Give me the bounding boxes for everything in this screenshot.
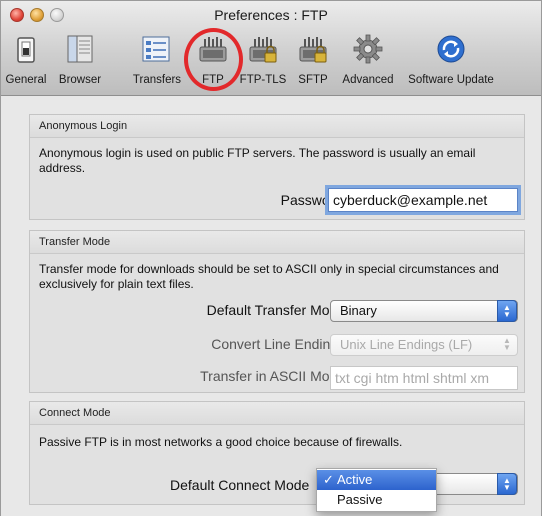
convert-line-endings-label: Convert Line Endings: <box>211 336 349 352</box>
ftp-tls-lock-icon <box>249 37 277 63</box>
toolbar-label-sftp: SFTP <box>298 74 328 86</box>
toolbar-label-general: General <box>5 74 47 86</box>
toolbar-item-sftp[interactable]: SFTP <box>293 31 333 91</box>
preferences-content: Anonymous Login Anonymous login is used … <box>1 96 541 516</box>
window-title: Preferences : FTP <box>214 7 328 23</box>
preferences-window: Preferences : FTP General Browser Transf… <box>0 0 542 516</box>
popup-arrows-icon: ▲ ▼ <box>497 300 517 322</box>
gear-icon <box>353 34 383 64</box>
toolbar-item-general[interactable]: General <box>3 31 49 91</box>
connect-mode-header: Connect Mode <box>30 402 524 425</box>
popup-arrows-icon: ▲ ▼ <box>497 473 517 495</box>
toolbar-label-ftp-tls: FTP-TLS <box>239 74 287 86</box>
toolbar-label-browser: Browser <box>58 74 102 86</box>
toolbar-item-ftp-tls[interactable]: FTP-TLS <box>237 31 289 91</box>
dropdown-option-label: Passive <box>337 492 383 507</box>
popup-arrows-disabled-icon: ▲ ▼ <box>503 336 511 352</box>
title-bar: Preferences : FTP General Browser Transf… <box>1 1 541 96</box>
dropdown-option-active[interactable]: ✓ Active <box>317 470 436 490</box>
highlight-circle <box>184 28 243 91</box>
connect-mode-section: Connect Mode Passive FTP is in most netw… <box>29 401 525 505</box>
software-update-icon <box>437 35 465 63</box>
toolbar-item-browser[interactable]: Browser <box>51 31 109 91</box>
convert-line-endings-popup[interactable]: Unix Line Endings (LF) ▲ ▼ <box>330 334 518 356</box>
anonymous-login-section: Anonymous Login Anonymous login is used … <box>29 114 525 220</box>
default-transfer-mode-label: Default Transfer Mode: <box>206 302 349 318</box>
toolbar-item-software-update[interactable]: Software Update <box>403 31 499 91</box>
checkmark-icon: ✓ <box>323 472 334 487</box>
default-connect-mode-label: Default Connect Mode <box>170 477 310 493</box>
toolbar-label-transfers: Transfers <box>132 74 182 86</box>
anonymous-login-header: Anonymous Login <box>30 115 524 138</box>
password-field[interactable]: cyberduck@example.net <box>328 188 518 212</box>
general-switch-icon <box>17 37 35 63</box>
transfer-mode-description: Transfer mode for downloads should be se… <box>39 262 499 291</box>
transfer-ascii-field[interactable]: txt cgi htm html shtml xm <box>330 366 518 390</box>
connect-mode-dropdown-menu: ✓ Active Passive <box>316 468 437 512</box>
dropdown-option-passive[interactable]: Passive <box>317 490 436 510</box>
transfers-list-icon <box>142 36 170 62</box>
default-transfer-mode-popup[interactable]: Binary ▲ ▼ <box>330 300 518 322</box>
toolbar-label-software-update: Software Update <box>408 74 494 86</box>
transfer-ascii-label: Transfer in ASCII Mode: <box>200 368 349 384</box>
sftp-lock-icon <box>299 37 327 63</box>
default-transfer-mode-value: Binary <box>340 303 377 318</box>
anonymous-login-description: Anonymous login is used on public FTP se… <box>39 146 476 175</box>
toolbar-item-advanced[interactable]: Advanced <box>337 31 399 91</box>
dropdown-option-label: Active <box>337 472 373 487</box>
browser-window-icon <box>67 35 93 63</box>
connect-mode-description: Passive FTP is in most networks a good c… <box>39 435 403 449</box>
toolbar-item-transfers[interactable]: Transfers <box>127 31 187 91</box>
transfer-mode-header: Transfer Mode <box>30 231 524 254</box>
transfer-mode-section: Transfer Mode Transfer mode for download… <box>29 230 525 393</box>
convert-line-endings-value: Unix Line Endings (LF) <box>340 337 473 352</box>
toolbar-label-advanced: Advanced <box>342 74 394 86</box>
